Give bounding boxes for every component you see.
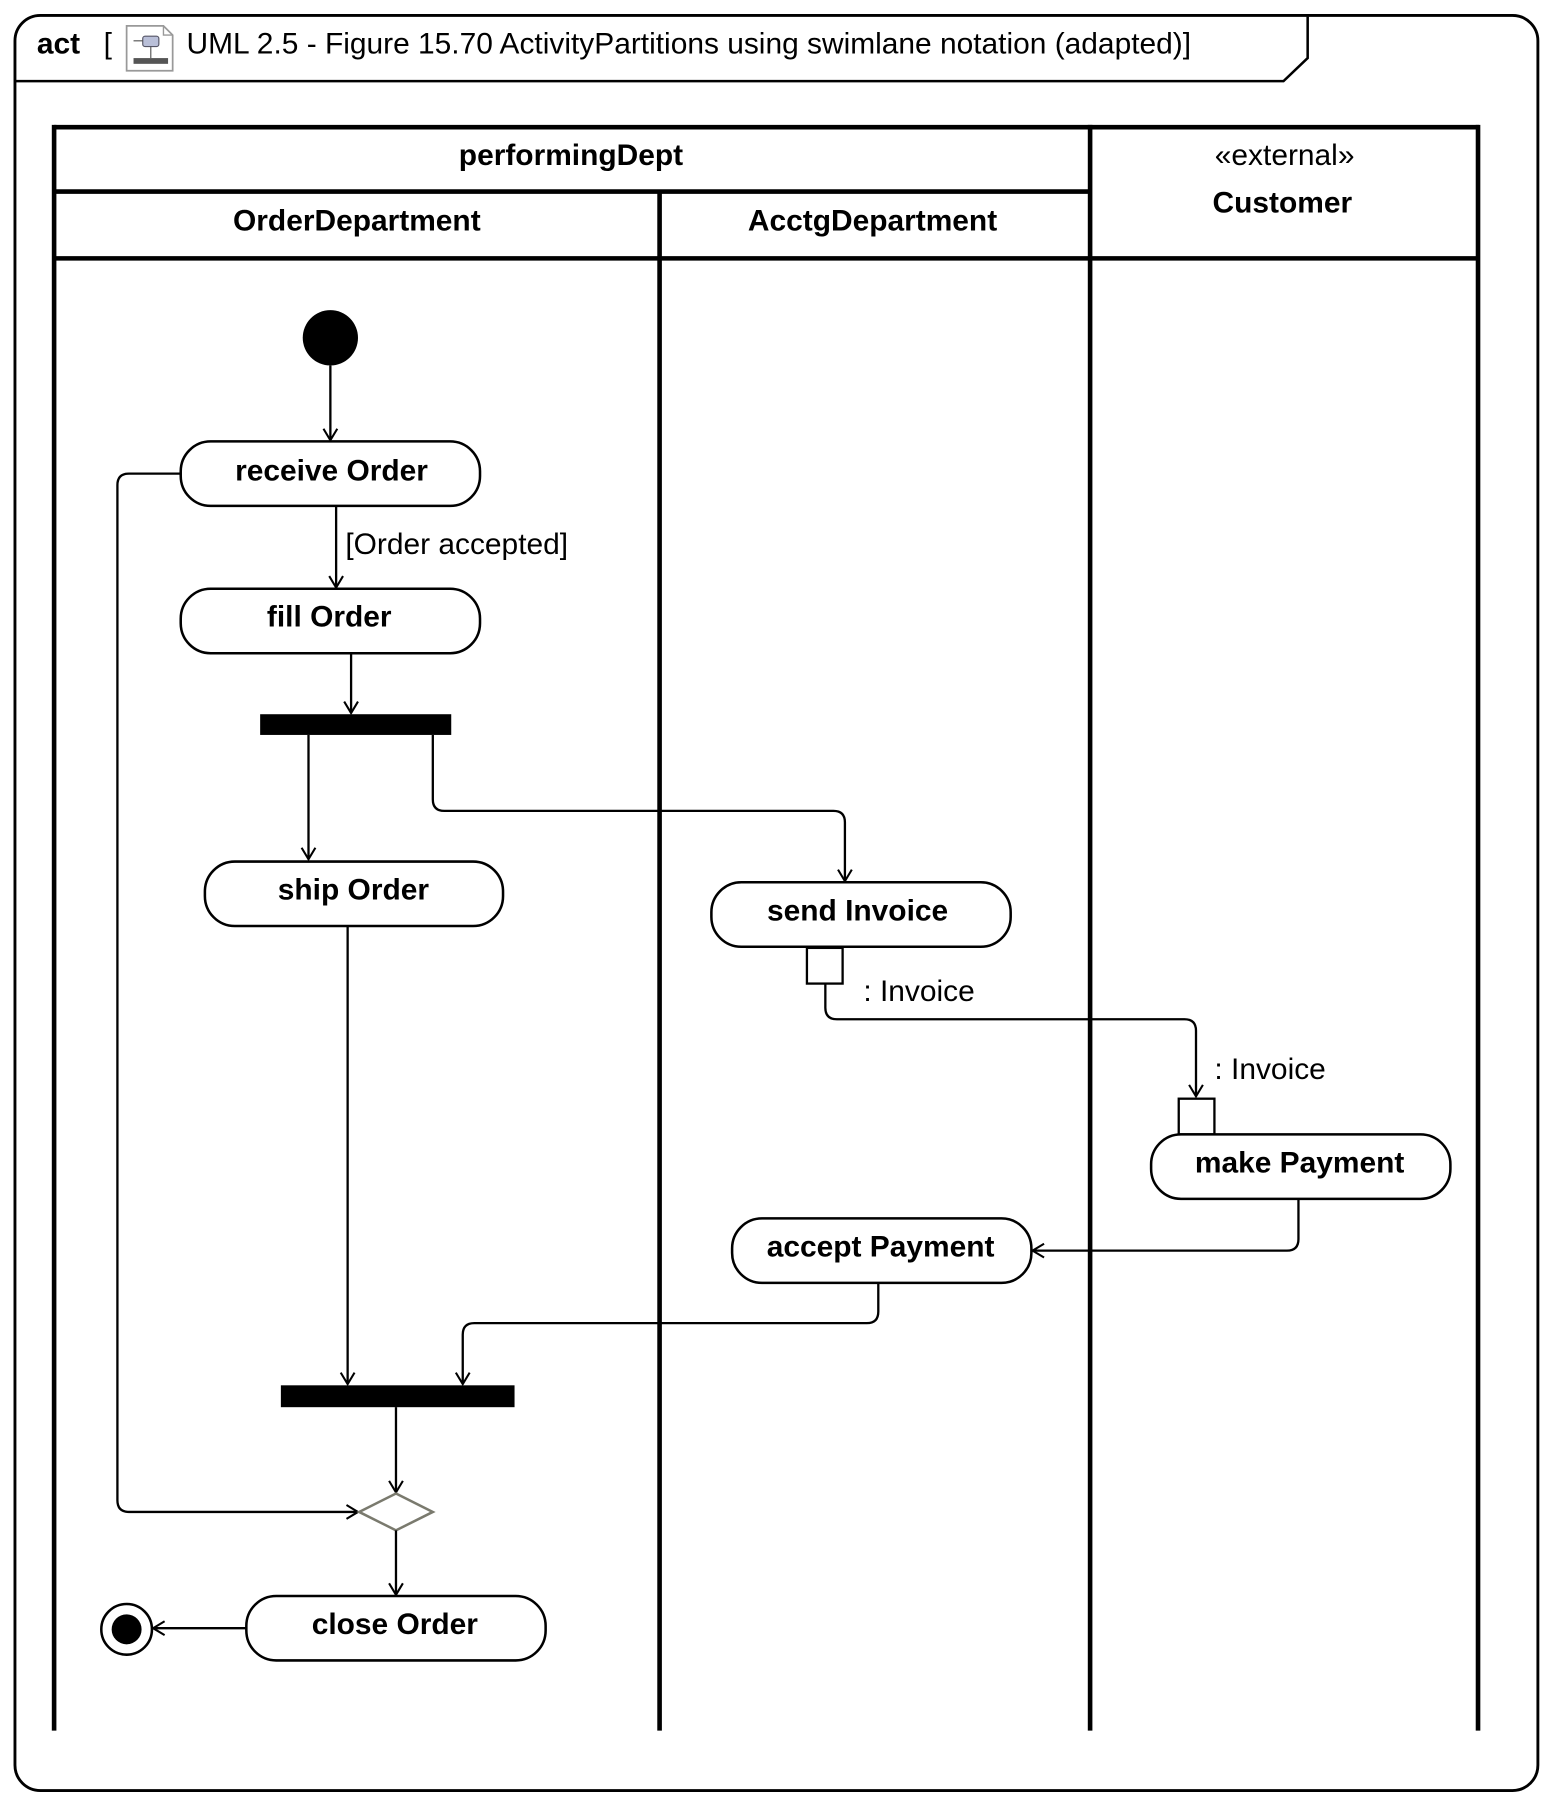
action-label: accept Payment — [767, 1230, 995, 1263]
input-pin-label: : Invoice — [1214, 1053, 1325, 1086]
action-label: receive Order — [235, 455, 428, 488]
partition-order-department: OrderDepartment — [233, 205, 481, 238]
action-label: make Payment — [1195, 1146, 1405, 1179]
output-pin-invoice[interactable] — [805, 946, 844, 985]
action-receive-order[interactable]: receive Order — [179, 440, 482, 508]
frame-open-bracket: [ — [104, 27, 113, 60]
initial-node[interactable] — [302, 310, 358, 366]
partition-performing-dept: performingDept — [459, 139, 683, 172]
action-send-invoice[interactable]: send Invoice — [710, 881, 1012, 949]
activity-diagram: act [ UML 2.5 - Figure 15.70 ActivityPar… — [13, 14, 1540, 1792]
action-label: send Invoice — [767, 894, 948, 927]
action-accept-payment[interactable]: accept Payment — [730, 1217, 1033, 1285]
output-pin-label: : Invoice — [863, 975, 974, 1008]
action-close-order[interactable]: close Order — [245, 1594, 547, 1662]
activity-diagram-icon — [125, 24, 174, 72]
join-node[interactable] — [280, 1385, 515, 1408]
input-pin-invoice[interactable] — [1177, 1097, 1216, 1136]
partition-customer-stereotype: «external» — [1215, 139, 1355, 172]
fork-node[interactable] — [260, 714, 452, 735]
partition-customer: Customer — [1213, 186, 1353, 219]
partition-acctg-department: AcctgDepartment — [748, 205, 997, 238]
activity-final-node[interactable] — [100, 1602, 154, 1656]
action-fill-order[interactable]: fill Order — [179, 587, 482, 655]
action-label: close Order — [312, 1608, 479, 1641]
guard-order-accepted: [Order accepted] — [345, 528, 568, 561]
action-label: ship Order — [278, 874, 430, 907]
frame-title: UML 2.5 - Figure 15.70 ActivityPartition… — [186, 27, 1191, 60]
action-label: fill Order — [267, 601, 392, 634]
action-ship-order[interactable]: ship Order — [203, 860, 505, 928]
action-make-payment[interactable]: make Payment — [1149, 1133, 1452, 1201]
frame-kind: act — [37, 27, 80, 60]
